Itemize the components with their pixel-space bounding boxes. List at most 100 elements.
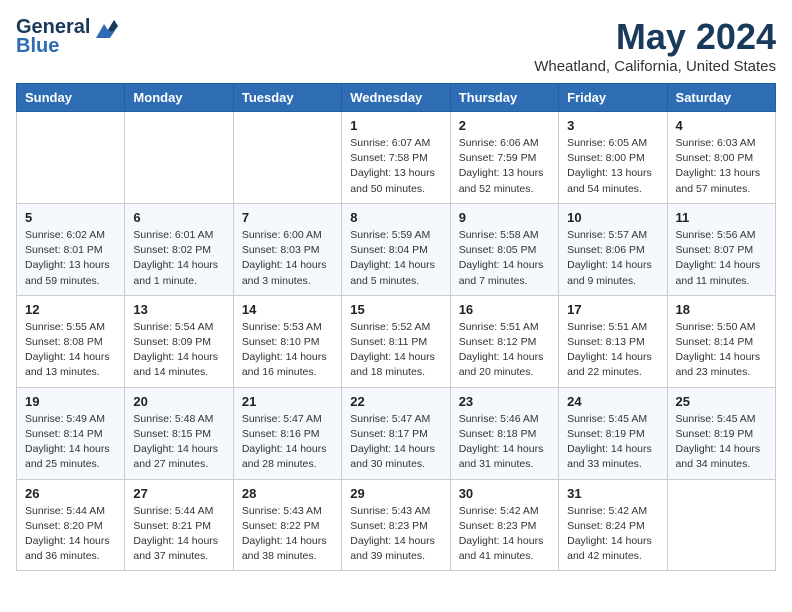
day-number: 27 <box>133 486 224 501</box>
day-cell: 5 Sunrise: 6:02 AMSunset: 8:01 PMDayligh… <box>17 203 125 295</box>
week-row-3: 12 Sunrise: 5:55 AMSunset: 8:08 PMDaylig… <box>17 295 776 387</box>
day-info: Sunrise: 5:44 AMSunset: 8:20 PMDaylight:… <box>25 504 116 565</box>
day-info: Sunrise: 6:06 AMSunset: 7:59 PMDaylight:… <box>459 136 550 197</box>
day-number: 17 <box>567 302 658 317</box>
day-info: Sunrise: 5:43 AMSunset: 8:23 PMDaylight:… <box>350 504 441 565</box>
day-info: Sunrise: 5:43 AMSunset: 8:22 PMDaylight:… <box>242 504 333 565</box>
day-cell: 26 Sunrise: 5:44 AMSunset: 8:20 PMDaylig… <box>17 479 125 571</box>
day-cell: 10 Sunrise: 5:57 AMSunset: 8:06 PMDaylig… <box>559 203 667 295</box>
day-number: 14 <box>242 302 333 317</box>
weekday-header-sunday: Sunday <box>17 84 125 112</box>
day-cell: 20 Sunrise: 5:48 AMSunset: 8:15 PMDaylig… <box>125 387 233 479</box>
day-number: 5 <box>25 210 116 225</box>
day-number: 10 <box>567 210 658 225</box>
day-cell: 18 Sunrise: 5:50 AMSunset: 8:14 PMDaylig… <box>667 295 775 387</box>
day-info: Sunrise: 6:01 AMSunset: 8:02 PMDaylight:… <box>133 228 224 289</box>
weekday-header-row: SundayMondayTuesdayWednesdayThursdayFrid… <box>17 84 776 112</box>
day-info: Sunrise: 5:48 AMSunset: 8:15 PMDaylight:… <box>133 412 224 473</box>
day-info: Sunrise: 5:47 AMSunset: 8:16 PMDaylight:… <box>242 412 333 473</box>
day-info: Sunrise: 5:51 AMSunset: 8:13 PMDaylight:… <box>567 320 658 381</box>
day-number: 3 <box>567 118 658 133</box>
day-number: 1 <box>350 118 441 133</box>
day-cell: 17 Sunrise: 5:51 AMSunset: 8:13 PMDaylig… <box>559 295 667 387</box>
day-number: 30 <box>459 486 550 501</box>
day-cell: 14 Sunrise: 5:53 AMSunset: 8:10 PMDaylig… <box>233 295 341 387</box>
day-number: 29 <box>350 486 441 501</box>
day-number: 26 <box>25 486 116 501</box>
day-number: 28 <box>242 486 333 501</box>
day-number: 24 <box>567 394 658 409</box>
day-info: Sunrise: 5:53 AMSunset: 8:10 PMDaylight:… <box>242 320 333 381</box>
day-info: Sunrise: 5:54 AMSunset: 8:09 PMDaylight:… <box>133 320 224 381</box>
day-number: 2 <box>459 118 550 133</box>
day-cell: 13 Sunrise: 5:54 AMSunset: 8:09 PMDaylig… <box>125 295 233 387</box>
day-number: 15 <box>350 302 441 317</box>
day-number: 20 <box>133 394 224 409</box>
day-cell: 31 Sunrise: 5:42 AMSunset: 8:24 PMDaylig… <box>559 479 667 571</box>
day-number: 8 <box>350 210 441 225</box>
day-cell: 1 Sunrise: 6:07 AMSunset: 7:58 PMDayligh… <box>342 112 450 204</box>
logo-bird-icon <box>96 20 118 38</box>
weekday-header-saturday: Saturday <box>667 84 775 112</box>
day-cell: 6 Sunrise: 6:01 AMSunset: 8:02 PMDayligh… <box>125 203 233 295</box>
day-cell: 28 Sunrise: 5:43 AMSunset: 8:22 PMDaylig… <box>233 479 341 571</box>
day-number: 25 <box>676 394 767 409</box>
day-cell: 19 Sunrise: 5:49 AMSunset: 8:14 PMDaylig… <box>17 387 125 479</box>
day-info: Sunrise: 5:42 AMSunset: 8:24 PMDaylight:… <box>567 504 658 565</box>
day-cell: 24 Sunrise: 5:45 AMSunset: 8:19 PMDaylig… <box>559 387 667 479</box>
day-cell: 15 Sunrise: 5:52 AMSunset: 8:11 PMDaylig… <box>342 295 450 387</box>
day-info: Sunrise: 5:44 AMSunset: 8:21 PMDaylight:… <box>133 504 224 565</box>
day-number: 31 <box>567 486 658 501</box>
day-info: Sunrise: 5:46 AMSunset: 8:18 PMDaylight:… <box>459 412 550 473</box>
subtitle: Wheatland, California, United States <box>534 58 776 75</box>
day-info: Sunrise: 5:45 AMSunset: 8:19 PMDaylight:… <box>676 412 767 473</box>
day-info: Sunrise: 5:58 AMSunset: 8:05 PMDaylight:… <box>459 228 550 289</box>
weekday-header-monday: Monday <box>125 84 233 112</box>
day-number: 19 <box>25 394 116 409</box>
day-cell: 3 Sunrise: 6:05 AMSunset: 8:00 PMDayligh… <box>559 112 667 204</box>
day-number: 7 <box>242 210 333 225</box>
main-title: May 2024 <box>534 16 776 58</box>
day-cell: 12 Sunrise: 5:55 AMSunset: 8:08 PMDaylig… <box>17 295 125 387</box>
day-info: Sunrise: 5:42 AMSunset: 8:23 PMDaylight:… <box>459 504 550 565</box>
day-number: 6 <box>133 210 224 225</box>
day-info: Sunrise: 5:59 AMSunset: 8:04 PMDaylight:… <box>350 228 441 289</box>
title-block: May 2024 Wheatland, California, United S… <box>534 16 776 75</box>
day-cell: 23 Sunrise: 5:46 AMSunset: 8:18 PMDaylig… <box>450 387 558 479</box>
day-info: Sunrise: 5:55 AMSunset: 8:08 PMDaylight:… <box>25 320 116 381</box>
day-info: Sunrise: 5:50 AMSunset: 8:14 PMDaylight:… <box>676 320 767 381</box>
day-info: Sunrise: 5:49 AMSunset: 8:14 PMDaylight:… <box>25 412 116 473</box>
day-cell: 2 Sunrise: 6:06 AMSunset: 7:59 PMDayligh… <box>450 112 558 204</box>
day-cell: 30 Sunrise: 5:42 AMSunset: 8:23 PMDaylig… <box>450 479 558 571</box>
logo: General Blue <box>16 16 118 58</box>
week-row-2: 5 Sunrise: 6:02 AMSunset: 8:01 PMDayligh… <box>17 203 776 295</box>
day-number: 21 <box>242 394 333 409</box>
day-cell: 25 Sunrise: 5:45 AMSunset: 8:19 PMDaylig… <box>667 387 775 479</box>
day-info: Sunrise: 5:51 AMSunset: 8:12 PMDaylight:… <box>459 320 550 381</box>
day-info: Sunrise: 5:45 AMSunset: 8:19 PMDaylight:… <box>567 412 658 473</box>
day-cell: 4 Sunrise: 6:03 AMSunset: 8:00 PMDayligh… <box>667 112 775 204</box>
day-cell <box>125 112 233 204</box>
day-cell <box>667 479 775 571</box>
day-cell: 21 Sunrise: 5:47 AMSunset: 8:16 PMDaylig… <box>233 387 341 479</box>
weekday-header-friday: Friday <box>559 84 667 112</box>
day-info: Sunrise: 5:47 AMSunset: 8:17 PMDaylight:… <box>350 412 441 473</box>
day-cell: 16 Sunrise: 5:51 AMSunset: 8:12 PMDaylig… <box>450 295 558 387</box>
day-number: 22 <box>350 394 441 409</box>
weekday-header-tuesday: Tuesday <box>233 84 341 112</box>
logo-blue-text: Blue <box>16 35 59 58</box>
day-info: Sunrise: 6:02 AMSunset: 8:01 PMDaylight:… <box>25 228 116 289</box>
day-cell: 22 Sunrise: 5:47 AMSunset: 8:17 PMDaylig… <box>342 387 450 479</box>
day-number: 11 <box>676 210 767 225</box>
calendar-table: SundayMondayTuesdayWednesdayThursdayFrid… <box>16 83 776 571</box>
day-number: 16 <box>459 302 550 317</box>
day-cell: 29 Sunrise: 5:43 AMSunset: 8:23 PMDaylig… <box>342 479 450 571</box>
page-header: General Blue May 2024 Wheatland, Califor… <box>16 16 776 75</box>
day-number: 9 <box>459 210 550 225</box>
weekday-header-wednesday: Wednesday <box>342 84 450 112</box>
day-info: Sunrise: 5:52 AMSunset: 8:11 PMDaylight:… <box>350 320 441 381</box>
week-row-4: 19 Sunrise: 5:49 AMSunset: 8:14 PMDaylig… <box>17 387 776 479</box>
day-cell: 7 Sunrise: 6:00 AMSunset: 8:03 PMDayligh… <box>233 203 341 295</box>
day-cell <box>17 112 125 204</box>
day-info: Sunrise: 6:05 AMSunset: 8:00 PMDaylight:… <box>567 136 658 197</box>
